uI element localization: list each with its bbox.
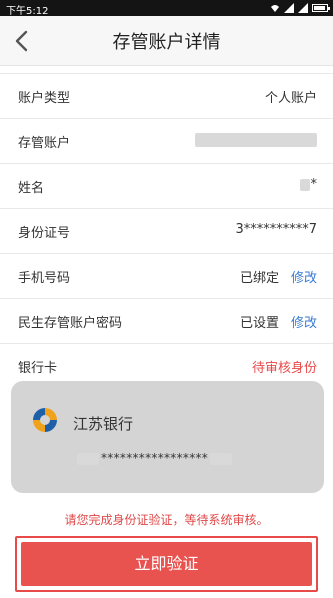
edit-phone-link[interactable]: 修改 xyxy=(291,267,317,286)
row-status: 待审核身份 xyxy=(251,361,317,376)
row-value: 已设置 xyxy=(239,316,279,331)
jiangsu-bank-logo-icon xyxy=(33,408,57,432)
page-title: 存管账户详情 xyxy=(112,32,221,53)
signal-icon-2 xyxy=(298,3,308,13)
row-value: 已绑定 xyxy=(239,271,279,286)
card-number: ***************** xyxy=(77,451,233,465)
wifi-icon xyxy=(271,5,279,12)
row-custody-account: 存管账户 xyxy=(0,119,333,164)
signal-icon xyxy=(284,3,294,13)
row-name: 姓名 * xyxy=(0,164,333,209)
row-label: 手机号码 xyxy=(18,271,71,286)
row-phone[interactable]: 手机号码 已绑定 修改 xyxy=(0,254,333,299)
row-password[interactable]: 民生存管账户密码 已设置 修改 xyxy=(0,299,333,344)
row-label: 账户类型 xyxy=(18,91,71,106)
row-value-redacted xyxy=(195,132,317,147)
row-account-type: 账户类型 个人账户 xyxy=(0,74,333,119)
status-icons xyxy=(270,3,330,13)
row-value: 个人账户 xyxy=(264,91,317,106)
row-value: * xyxy=(299,177,317,192)
partial-row xyxy=(0,66,333,74)
row-id-number: 身份证号 3**********7 xyxy=(0,209,333,254)
bank-card[interactable]: 江苏银行 ***************** xyxy=(11,381,324,493)
edit-password-link[interactable]: 修改 xyxy=(291,312,317,331)
bank-name: 江苏银行 xyxy=(73,415,134,433)
row-label: 银行卡 xyxy=(18,361,58,376)
status-time: 下午5:12 xyxy=(6,6,49,17)
row-label: 姓名 xyxy=(18,181,45,196)
verify-now-button[interactable]: 立即验证 xyxy=(21,542,312,586)
navbar: 存管账户详情 xyxy=(0,16,333,66)
verification-notice: 请您完成身份证验证，等待系统审核。 xyxy=(64,513,269,527)
status-bar: 下午5:12 xyxy=(0,0,333,17)
row-value: 3**********7 xyxy=(235,222,317,237)
bank-card-area: 江苏银行 ***************** xyxy=(0,380,333,500)
row-label: 身份证号 xyxy=(18,226,71,241)
row-label: 存管账户 xyxy=(18,136,71,151)
verify-button-frame: 立即验证 xyxy=(15,536,318,592)
row-label: 民生存管账户密码 xyxy=(18,316,123,331)
battery-icon xyxy=(312,4,330,12)
